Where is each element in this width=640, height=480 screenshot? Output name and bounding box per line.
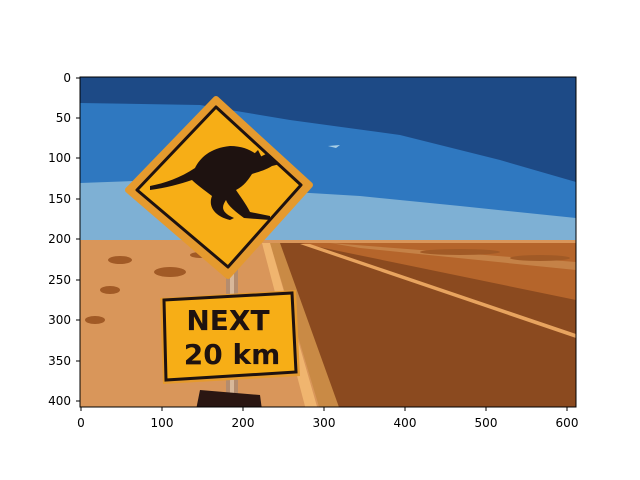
y-tick-label: 150: [48, 192, 71, 206]
y-tick-label: 100: [48, 151, 71, 165]
x-tick-label: 200: [232, 416, 255, 430]
y-tick-label: 50: [56, 111, 71, 125]
sign-line-next: NEXT: [186, 304, 269, 337]
next-distance-sign: NEXT 20 km: [160, 290, 300, 384]
image-figure: NEXT 20 km 0 100 200 300 400 500 600 0 5…: [48, 71, 578, 430]
y-tick-label: 250: [48, 273, 71, 287]
x-tick-label: 0: [77, 416, 85, 430]
y-tick-label: 200: [48, 232, 71, 246]
x-tick-label: 400: [394, 416, 417, 430]
y-tick-label: 300: [48, 313, 71, 327]
x-tick-label: 500: [475, 416, 498, 430]
y-axis: 0 50 100 150 200 250 300 350 400: [48, 71, 80, 408]
y-tick-label: 350: [48, 354, 71, 368]
x-tick-label: 100: [151, 416, 174, 430]
x-tick-label: 600: [556, 416, 579, 430]
photo: NEXT 20 km: [80, 77, 576, 407]
x-tick-label: 300: [313, 416, 336, 430]
x-axis: 0 100 200 300 400 500 600: [77, 407, 578, 430]
y-tick-label: 0: [63, 71, 71, 85]
sign-line-distance: 20 km: [184, 338, 281, 371]
y-tick-label: 400: [48, 394, 71, 408]
